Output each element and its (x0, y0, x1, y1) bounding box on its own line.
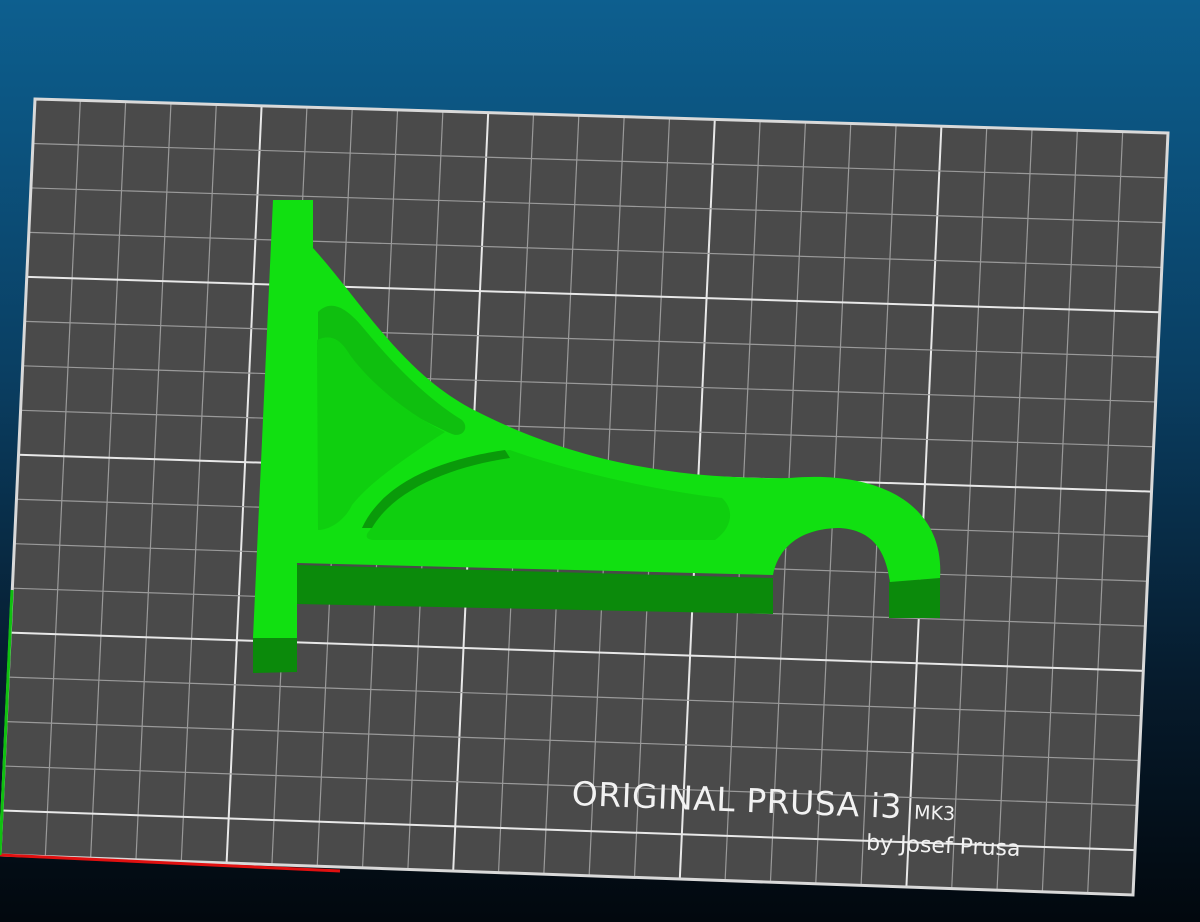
model-side-face (253, 638, 297, 673)
3d-viewport[interactable]: ORIGINAL PRUSA i3 MK3 by Josef Prusa (0, 0, 1200, 922)
model-side-face (889, 578, 940, 618)
bed-model-suffix: MK3 (914, 802, 956, 826)
